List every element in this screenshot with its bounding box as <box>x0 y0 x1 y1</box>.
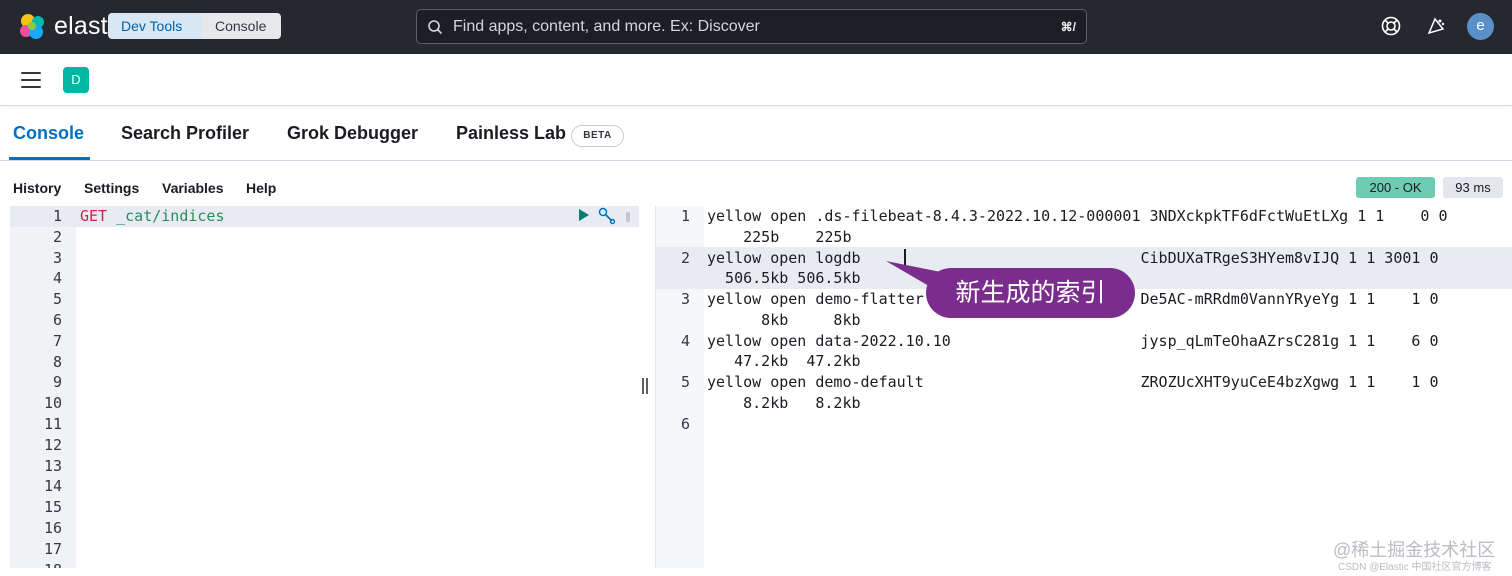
request-line-number: 9 <box>52 373 62 392</box>
breadcrumb-console: Console <box>202 13 281 39</box>
response-line-number: 6 <box>680 414 690 433</box>
response-row-wrap: 506.5kb 506.5kb <box>707 269 861 288</box>
request-line-number: 12 <box>43 435 62 454</box>
response-line-number: 1 <box>680 207 690 225</box>
request-line-number: 2 <box>52 227 62 246</box>
user-avatar[interactable]: e <box>1467 13 1494 40</box>
status-badge: 200 - OK <box>1356 177 1435 198</box>
response-line-number: 4 <box>680 331 690 350</box>
request-line-number: 18 <box>10 560 62 568</box>
request-path: _cat/indices <box>116 207 225 225</box>
request-options-wrench-icon[interactable] <box>598 207 616 225</box>
active-tab-indicator <box>9 157 90 160</box>
response-line-number: 2 <box>680 248 690 267</box>
response-row: yellow open logdb CibDUXaTRgeS3HYem8vIJQ… <box>707 248 1439 267</box>
news-feed-icon[interactable] <box>1425 15 1447 37</box>
watermark-csdn: CSDN @Elastic 中国社区官方博客 <box>1338 562 1492 573</box>
request-scrollbar[interactable] <box>626 212 630 222</box>
search-placeholder: Find apps, content, and more. Ex: Discov… <box>453 18 760 35</box>
variables-link[interactable]: Variables <box>162 180 224 196</box>
breadcrumb-bar: D <box>0 54 1512 106</box>
request-editor[interactable]: 123456789101112131415161718 GET _cat/ind… <box>10 206 639 568</box>
search-icon <box>428 20 443 35</box>
request-line-number: 16 <box>43 519 62 537</box>
tab-grok-debugger[interactable]: Grok Debugger <box>287 123 418 144</box>
annotation-callout: 新生成的索引 <box>926 268 1135 318</box>
response-row-wrap: 47.2kb 47.2kb <box>707 352 861 371</box>
request-line-number: 6 <box>52 311 62 329</box>
breadcrumb-dev-tools[interactable]: Dev Tools <box>108 13 203 39</box>
response-line-number: 5 <box>680 373 690 391</box>
response-output[interactable]: 1 yellow open .ds-filebeat-8.4.3-2022.10.… <box>655 206 1512 568</box>
help-icon[interactable] <box>1380 15 1402 37</box>
request-line-number: 15 <box>43 498 62 517</box>
space-avatar[interactable]: D <box>63 67 89 93</box>
request-line-number: 8 <box>52 352 62 371</box>
response-row: yellow open demo-default ZROZUcXHT9yuCeE… <box>707 373 1439 391</box>
search-shortcut: ⌘/ <box>1060 20 1076 34</box>
request-line-number: 13 <box>43 456 62 475</box>
request-line-number: 1 <box>52 207 62 225</box>
response-line-number: 3 <box>680 290 690 308</box>
elastic-logo-icon[interactable] <box>18 12 46 40</box>
help-link[interactable]: Help <box>246 180 276 196</box>
request-line-number: 10 <box>43 394 62 413</box>
tab-console[interactable]: Console <box>13 123 84 144</box>
send-request-icon[interactable] <box>578 208 590 222</box>
dev-tools-tabs: Console Search Profiler Grok Debugger Pa… <box>0 107 1512 161</box>
response-row-wrap: 225b 225b <box>707 227 852 246</box>
request-method: GET <box>80 207 108 225</box>
request-line-number: 14 <box>43 477 62 496</box>
request-time-badge: 93 ms <box>1443 177 1503 198</box>
breadcrumb-separator <box>194 13 202 39</box>
response-row-wrap: 8.2kb 8.2kb <box>707 393 861 412</box>
pane-resizer-handle[interactable] <box>641 378 649 394</box>
request-line-number: 4 <box>52 269 62 288</box>
response-row-wrap: 8kb 8kb <box>707 310 861 329</box>
request-line-number: 3 <box>52 248 62 267</box>
response-row: yellow open data-2022.10.10 jysp_qLmTeOh… <box>707 331 1439 350</box>
request-line-number: 17 <box>43 539 62 558</box>
tab-search-profiler[interactable]: Search Profiler <box>121 123 249 144</box>
request-line-number: 11 <box>43 415 62 433</box>
history-link[interactable]: History <box>13 180 61 196</box>
global-search-field[interactable]: Find apps, content, and more. Ex: Discov… <box>416 9 1087 44</box>
tab-painless-lab[interactable]: Painless Lab <box>456 123 566 144</box>
beta-badge: BETA <box>571 125 624 147</box>
request-line-number: 7 <box>52 331 62 350</box>
response-row: yellow open .ds-filebeat-8.4.3-2022.10.1… <box>707 207 1448 225</box>
menu-toggle-icon[interactable] <box>21 72 41 88</box>
settings-link[interactable]: Settings <box>84 180 139 196</box>
request-line-number: 5 <box>52 290 62 309</box>
request-line-1[interactable]: GET _cat/indices <box>80 206 225 227</box>
